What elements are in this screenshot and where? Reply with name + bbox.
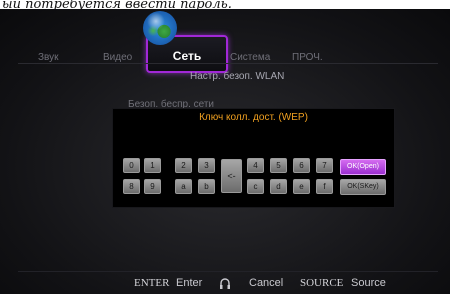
key-4[interactable]: 4 — [247, 158, 264, 173]
source-action-label: Source — [351, 277, 386, 289]
tab-system[interactable]: Система — [230, 52, 270, 63]
key-1[interactable]: 1 — [144, 158, 161, 173]
key-f[interactable]: f — [316, 179, 333, 194]
page-title: Настр. безоп. WLAN — [190, 71, 285, 82]
menu-divider — [18, 63, 438, 64]
globe-icon — [143, 11, 177, 45]
ok-skey-button[interactable]: OK(SKey) — [340, 179, 386, 195]
key-8[interactable]: 8 — [123, 179, 140, 194]
enter-action-label: Enter — [176, 277, 203, 289]
source-key-label: SOURCE — [300, 277, 344, 289]
return-icon — [220, 278, 230, 289]
tab-sound[interactable]: Звук — [38, 52, 59, 63]
key-d[interactable]: d — [270, 179, 287, 194]
backspace-key[interactable]: <- — [221, 159, 242, 193]
tab-video[interactable]: Видео — [103, 52, 132, 63]
key-2[interactable]: 2 — [175, 158, 192, 173]
tab-other[interactable]: ПРОЧ. — [292, 52, 323, 63]
key-7[interactable]: 7 — [316, 158, 333, 173]
cancel-label: Cancel — [249, 277, 284, 289]
key-a[interactable]: a — [175, 179, 192, 194]
key-9[interactable]: 9 — [144, 179, 161, 194]
dialog-title: Ключ колл. дост. (WEP) — [199, 112, 308, 123]
key-3[interactable]: 3 — [198, 158, 215, 173]
key-b[interactable]: b — [198, 179, 215, 194]
wep-key-dialog: Ключ колл. дост. (WEP) 0 1 2 3 8 9 a b <… — [112, 108, 395, 208]
key-e[interactable]: e — [293, 179, 310, 194]
key-5[interactable]: 5 — [270, 158, 287, 173]
key-c[interactable]: c — [247, 179, 264, 194]
key-0[interactable]: 0 — [123, 158, 140, 173]
tv-screen: Звук Видео Сеть Система ПРОЧ. Настр. без… — [0, 9, 450, 294]
footer-divider — [18, 271, 438, 272]
tab-network-label: Сеть — [172, 49, 202, 63]
key-6[interactable]: 6 — [293, 158, 310, 173]
ok-open-button[interactable]: OK(Open) — [340, 159, 386, 175]
enter-key-label: ENTER — [134, 277, 170, 289]
